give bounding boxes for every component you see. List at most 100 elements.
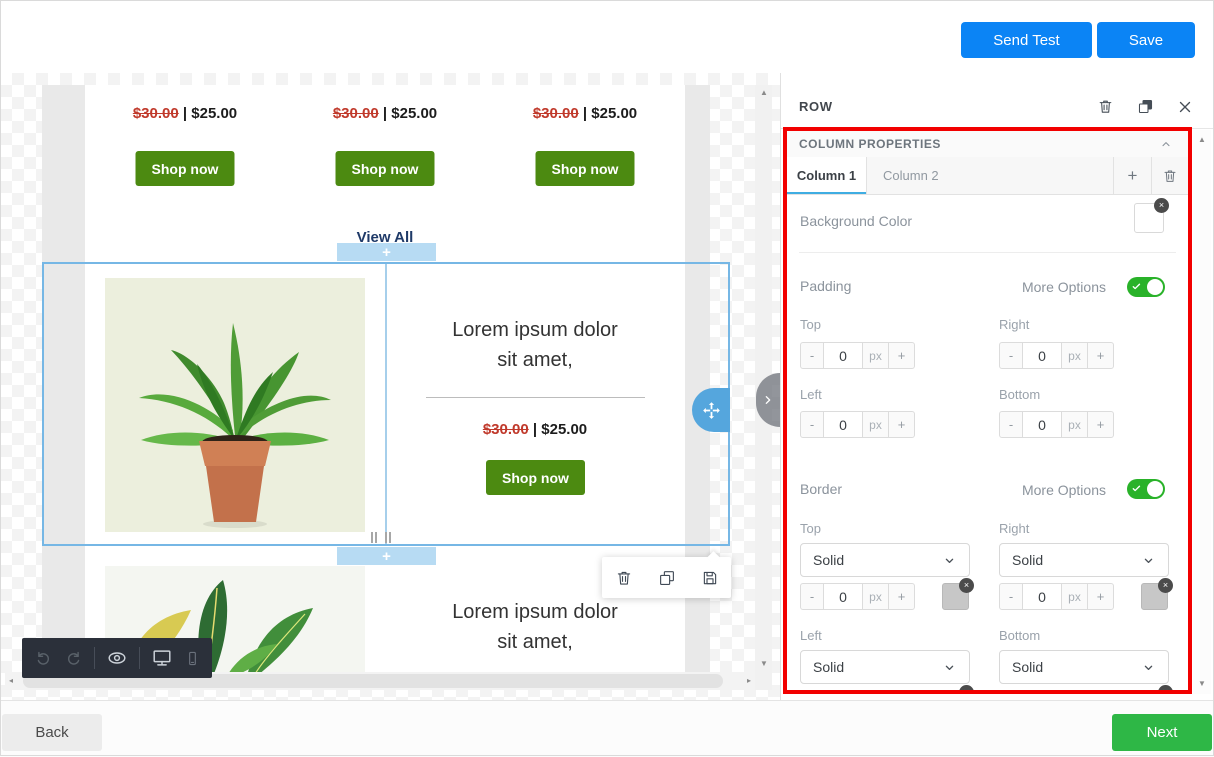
send-test-button[interactable]: Send Test [961,22,1092,58]
delete-block-button[interactable] [611,565,637,591]
border-more-options-toggle[interactable] [1127,479,1165,499]
plus-icon[interactable]: + [1087,411,1114,438]
scrollbar-corner [755,672,772,690]
border-bottom-style-select[interactable]: Solid [999,650,1169,684]
shop-now-button[interactable]: Shop now [336,151,435,186]
panel-title: ROW [799,99,833,114]
border-bottom-width-value[interactable] [1022,690,1062,694]
border-top-style-select[interactable]: Solid [800,543,970,577]
border-left-style-select[interactable]: Solid [800,650,970,684]
padding-more-options-label: More Options [1022,279,1106,295]
border-right-style-select[interactable]: Solid [999,543,1169,577]
add-column-button[interactable]: + [1114,157,1152,194]
scroll-up-arrow[interactable]: ▲ [1198,136,1206,144]
unit-label: px [862,342,889,369]
mobile-view-button[interactable] [184,650,201,667]
minus-icon[interactable]: - [999,411,1023,438]
padding-left-value[interactable] [823,411,863,438]
product-heading[interactable]: Lorem ipsum dolor sit amet, [385,315,685,375]
chevron-down-icon [942,553,957,568]
padding-top-value[interactable] [823,342,863,369]
old-price: $30.00 [533,105,579,122]
plus-icon[interactable]: + [1087,342,1114,369]
scroll-right-arrow[interactable]: ▸ [747,677,751,685]
border-top-color-swatch[interactable]: × [942,583,969,610]
scroll-left-arrow[interactable]: ◂ [9,677,13,685]
shop-now-button[interactable]: Shop now [486,460,585,495]
padding-right-stepper: - px + [999,342,1114,369]
scroll-down-arrow[interactable]: ▼ [1198,680,1206,688]
border-left-color-swatch[interactable]: × [942,690,969,694]
duplicate-block-button[interactable] [654,565,680,591]
border-right-width-value[interactable] [1022,583,1062,610]
border-right-width-stepper: - px + [999,583,1114,610]
chevron-up-icon[interactable] [1158,136,1174,152]
panel-scrollbar[interactable]: ▲ ▼ [1193,130,1211,694]
padding-right-value[interactable] [1022,342,1062,369]
insert-row-below-button[interactable]: + [337,547,436,565]
new-price: $25.00 [191,105,237,122]
product-price: $30.00 | $25.00 [485,105,685,122]
padding-right-label: Right [999,317,1029,332]
scroll-up-arrow[interactable]: ▲ [760,89,768,97]
clear-color-button[interactable]: × [959,685,974,694]
minus-icon[interactable]: - [800,583,824,610]
duplicate-row-button[interactable] [1132,94,1158,120]
trash-icon [1097,98,1114,115]
product-price: $30.00 | $25.00 [385,421,685,438]
clear-color-button[interactable]: × [1158,685,1173,694]
tab-column-1[interactable]: Column 1 [787,157,867,194]
plus-icon[interactable]: + [888,411,915,438]
product-heading[interactable]: Lorem ipsum dolor sit amet, [385,597,685,657]
clear-color-button[interactable]: × [959,578,974,593]
column-properties-header[interactable]: COLUMN PROPERTIES [787,131,1188,158]
padding-bottom-label: Bottom [999,387,1040,402]
plus-icon[interactable]: + [888,342,915,369]
desktop-view-button[interactable] [151,647,173,669]
preview-button[interactable] [106,647,128,669]
border-bottom-width-stepper: - px + [999,690,1114,694]
mobile-icon [184,650,201,667]
border-bottom-color-swatch[interactable]: × [1141,690,1168,694]
next-button[interactable]: Next [1112,714,1212,751]
save-button[interactable]: Save [1097,22,1195,58]
clear-color-button[interactable]: × [1158,578,1173,593]
tab-column-2[interactable]: Column 2 [867,157,1114,194]
minus-icon[interactable]: - [800,342,824,369]
top-toolbar: Send Test Save [0,0,1214,74]
back-button[interactable]: Back [2,714,102,751]
shop-now-button[interactable]: Shop now [136,151,235,186]
plus-icon[interactable]: + [888,583,915,610]
row-move-handle[interactable] [692,388,730,432]
chevron-down-icon [942,660,957,675]
unit-label: px [1061,411,1088,438]
delete-column-button[interactable] [1152,157,1188,194]
undo-button[interactable] [34,649,53,668]
column-resize-handle[interactable] [371,532,393,543]
clear-color-button[interactable]: × [1154,198,1169,213]
border-left-width-stepper: - px + [800,690,915,694]
save-block-button[interactable] [697,565,723,591]
border-bottom-label: Bottom [999,628,1040,643]
product-price: $30.00 | $25.00 [285,105,485,122]
plus-icon[interactable]: + [1087,583,1114,610]
border-left-width-value[interactable] [823,690,863,694]
shop-now-button[interactable]: Shop now [536,151,635,186]
minus-icon[interactable]: - [800,411,824,438]
padding-more-options-toggle[interactable] [1127,277,1165,297]
product-image-fern[interactable] [105,278,365,532]
scroll-down-arrow[interactable]: ▼ [760,660,768,668]
new-price: $25.00 [591,105,637,122]
delete-row-button[interactable] [1092,94,1118,120]
close-panel-button[interactable] [1172,94,1198,120]
padding-bottom-value[interactable] [1022,411,1062,438]
panel-header: ROW [781,85,1214,129]
save-icon [701,569,719,587]
border-right-color-swatch[interactable]: × [1141,583,1168,610]
redo-button[interactable] [64,649,83,668]
border-top-width-value[interactable] [823,583,863,610]
background-color-swatch[interactable]: × [1134,203,1164,233]
minus-icon[interactable]: - [999,342,1023,369]
insert-row-above-button[interactable]: + [337,243,436,261]
minus-icon[interactable]: - [999,583,1023,610]
